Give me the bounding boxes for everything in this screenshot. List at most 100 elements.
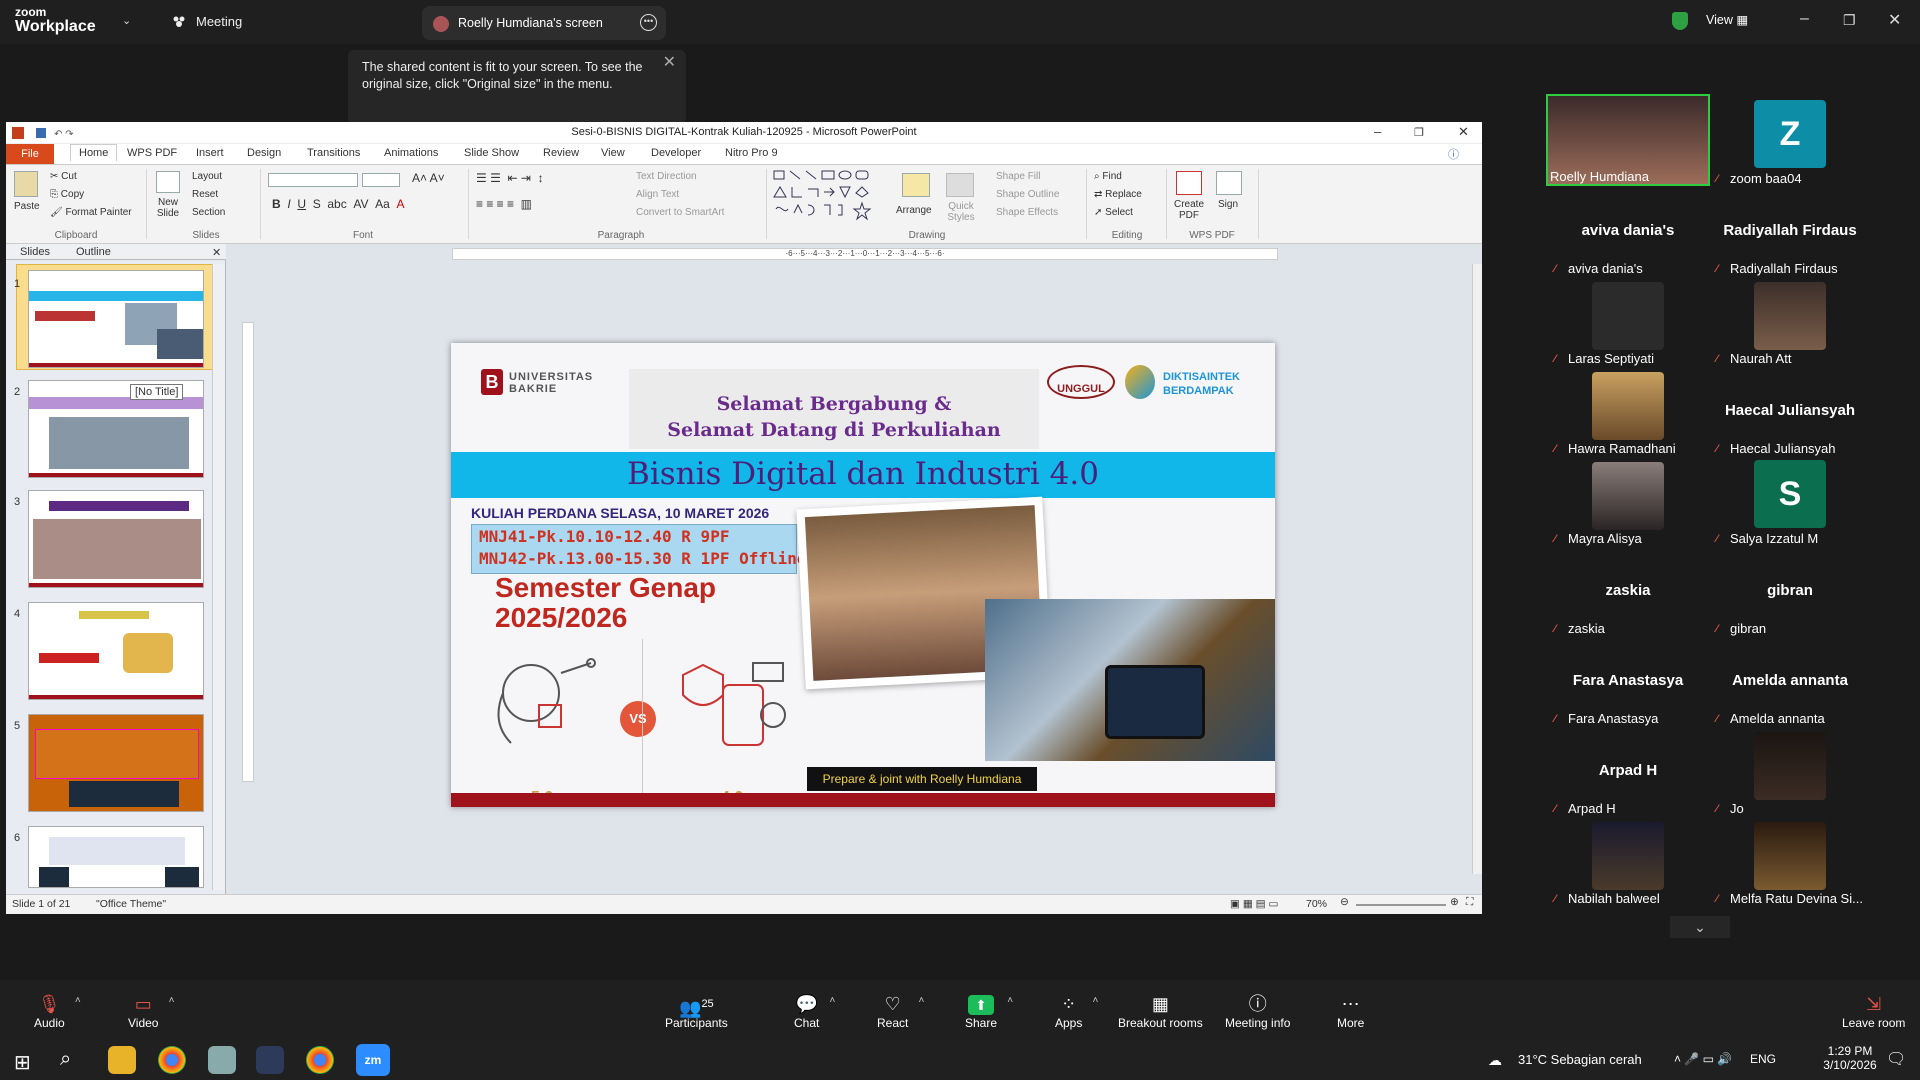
tab-design[interactable]: Design — [247, 147, 281, 159]
chat-button[interactable]: 💬 Chat ˄ — [794, 992, 835, 1030]
close-icon[interactable]: ✕ — [1888, 10, 1901, 30]
apps-button[interactable]: ⁘ Apps ˄ — [1055, 992, 1098, 1030]
zoom-in-icon[interactable]: ⊕ — [1450, 896, 1459, 908]
participant-tile[interactable]: S ⁄ Salya Izzatul M — [1710, 460, 1870, 548]
new-slide-button[interactable]: New Slide — [152, 197, 184, 219]
create-pdf-button[interactable]: Create PDF — [1172, 199, 1206, 221]
slide-thumbnail-5[interactable] — [28, 714, 204, 812]
participant-tile[interactable]: ⁄ Jo — [1710, 732, 1870, 818]
convert-smartart-button[interactable]: Convert to SmartArt — [636, 207, 724, 218]
share-button[interactable]: ⬆ Share ˄ — [965, 992, 1013, 1030]
create-pdf-icon[interactable] — [1176, 171, 1202, 195]
weather-text[interactable]: 31°C Sebagian cerah — [1518, 1052, 1642, 1067]
participant-tile[interactable]: gibran ⁄ gibran — [1710, 552, 1870, 638]
chat-options-chevron[interactable]: ˄ — [830, 995, 836, 1006]
paste-button[interactable]: Paste — [14, 201, 40, 212]
minimize-icon[interactable]: – — [1800, 10, 1809, 28]
slide-thumbnail-3[interactable] — [28, 490, 204, 588]
participant-tile[interactable]: aviva dania's ⁄ aviva dania's — [1548, 192, 1708, 278]
tooltip-close-icon[interactable]: ✕ — [663, 54, 676, 71]
notifications-icon[interactable]: 🗨 — [1886, 1049, 1906, 1069]
tab-view[interactable]: View — [601, 147, 625, 159]
shape-effects-button[interactable]: Shape Effects — [996, 207, 1058, 218]
video-options-chevron[interactable]: ˄ — [169, 995, 175, 1006]
new-slide-icon[interactable] — [156, 171, 180, 193]
reset-button[interactable]: Reset — [192, 189, 218, 200]
section-button[interactable]: Section — [192, 207, 225, 218]
chrome-icon[interactable] — [158, 1046, 186, 1074]
share-options-chevron[interactable]: ˄ — [1007, 995, 1013, 1006]
video-button[interactable]: ▭ Video ˄ — [128, 992, 174, 1030]
react-button[interactable]: ♡ React ˄ — [877, 992, 924, 1030]
tab-outline[interactable]: Outline — [76, 246, 111, 258]
participant-tile[interactable]: ⁄ Naurah Att — [1710, 282, 1870, 368]
arrange-button[interactable]: Arrange — [896, 205, 932, 216]
list-icons[interactable]: ☰ ☰ ⇤ ⇥ ↕ — [476, 171, 544, 185]
audio-options-chevron[interactable]: ˄ — [75, 995, 81, 1006]
react-options-chevron[interactable]: ˄ — [919, 995, 925, 1006]
zoom-taskbar-icon[interactable]: zm — [356, 1044, 390, 1076]
font-name-select[interactable] — [268, 173, 358, 187]
replace-button[interactable]: ⇄ Replace — [1094, 189, 1142, 200]
quick-styles-button[interactable]: Quick Styles — [944, 201, 978, 223]
ppt-minimize-icon[interactable]: – — [1374, 124, 1381, 139]
search-icon[interactable]: ⌕ — [60, 1048, 71, 1071]
slides-scrollbar[interactable] — [212, 264, 224, 890]
tab-wps-pdf[interactable]: WPS PDF — [127, 147, 177, 159]
app-icon[interactable] — [208, 1046, 236, 1074]
grow-font-icon[interactable]: A˄ A˅ — [412, 171, 445, 185]
zoom-slider[interactable] — [1356, 904, 1446, 906]
zoom-out-icon[interactable]: ⊖ — [1340, 896, 1349, 908]
tab-review[interactable]: Review — [543, 147, 579, 159]
participant-tile[interactable]: Arpad H ⁄ Arpad H — [1548, 732, 1708, 818]
copy-button[interactable]: ⎘ Copy — [50, 189, 84, 200]
sign-button[interactable]: Sign — [1218, 199, 1238, 210]
security-shield-icon[interactable] — [1672, 12, 1688, 30]
windows-start-icon[interactable]: ⊞ — [14, 1050, 31, 1075]
workplace-chevron-icon[interactable]: ⌄ — [122, 14, 131, 27]
participant-tile[interactable]: zaskia ⁄ zaskia — [1548, 552, 1708, 638]
slide-thumbnail-1[interactable] — [28, 270, 204, 368]
view-button[interactable]: View ▦ — [1706, 12, 1748, 27]
shape-fill-button[interactable]: Shape Fill — [996, 171, 1040, 182]
align-text-button[interactable]: Align Text — [636, 189, 679, 200]
ppt-close-icon[interactable]: ✕ — [1458, 124, 1469, 140]
breakout-rooms-button[interactable]: ▦ Breakout rooms — [1118, 992, 1203, 1030]
cut-button[interactable]: ✂ Cut — [50, 171, 77, 182]
language-indicator[interactable]: ENG — [1750, 1052, 1776, 1066]
restore-icon[interactable]: ❐ — [1843, 12, 1856, 29]
tab-slides[interactable]: Slides — [20, 246, 50, 258]
tab-home[interactable]: Home — [70, 144, 118, 161]
participant-tile[interactable]: Z ⁄ zoom baa04 — [1710, 100, 1870, 188]
meeting-label[interactable]: Meeting — [196, 14, 242, 29]
tab-transitions[interactable]: Transitions — [307, 147, 360, 159]
paste-icon[interactable] — [14, 171, 38, 197]
shape-outline-button[interactable]: Shape Outline — [996, 189, 1059, 200]
participant-tile[interactable]: ⁄ Mayra Alisya — [1548, 462, 1708, 548]
apps-options-chevron[interactable]: ˄ — [1093, 995, 1099, 1006]
view-mode-icons[interactable]: ▣ ▦ ▤ ▭ — [1230, 898, 1278, 910]
file-explorer-icon[interactable] — [108, 1046, 136, 1074]
tab-nitro[interactable]: Nitro Pro 9 — [725, 147, 778, 159]
participants-button[interactable]: 👥25 Participants — [665, 992, 728, 1030]
font-format-icons[interactable]: B I U S abc AV Aa A — [272, 197, 405, 211]
layout-button[interactable]: Layout — [192, 171, 222, 182]
participant-tile[interactable]: Haecal Juliansyah ⁄ Haecal Juliansyah — [1710, 372, 1870, 458]
slide-thumbnail-6[interactable] — [28, 826, 204, 888]
ppt-restore-icon[interactable]: ❐ — [1414, 126, 1424, 139]
select-button[interactable]: ➚ Select — [1094, 207, 1133, 218]
editor-scrollbar[interactable] — [1472, 264, 1482, 874]
participant-tile[interactable]: Amelda annanta ⁄ Amelda annanta — [1710, 642, 1870, 728]
participant-tile[interactable]: ⁄ Hawra Ramadhani — [1548, 372, 1708, 458]
more-button[interactable]: ⋯ More — [1337, 992, 1364, 1030]
text-direction-button[interactable]: Text Direction — [636, 171, 697, 182]
quick-styles-icon[interactable] — [946, 173, 974, 197]
share-more-icon[interactable]: ••• — [640, 14, 657, 31]
pane-close-icon[interactable]: ✕ — [212, 246, 221, 259]
app-icon-2[interactable] — [256, 1046, 284, 1074]
chrome-icon-2[interactable] — [306, 1046, 334, 1074]
tab-slide-show[interactable]: Slide Show — [464, 147, 519, 159]
format-painter-button[interactable]: 🖌 Format Painter — [50, 207, 132, 218]
arrange-icon[interactable] — [902, 173, 930, 197]
tab-file[interactable]: File — [6, 144, 54, 164]
